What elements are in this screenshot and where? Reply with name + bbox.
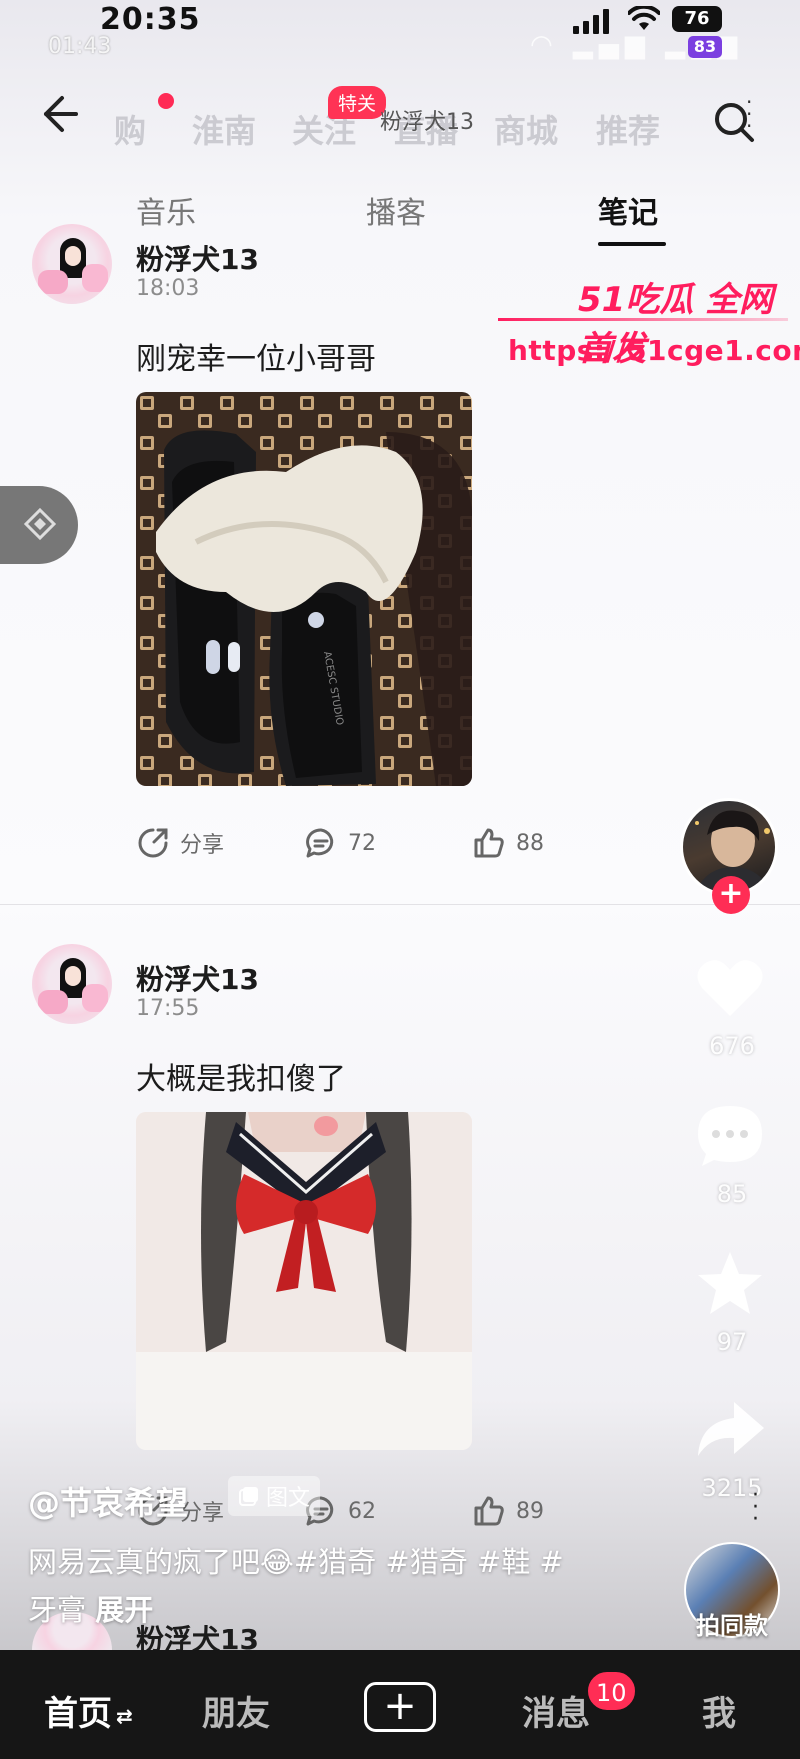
post-time: 17:55 (136, 996, 200, 1021)
post-text: 大概是我扣傻了 (136, 1062, 346, 1097)
notification-dot (158, 93, 174, 109)
like-button[interactable]: 89 (472, 1494, 544, 1528)
expand-link[interactable]: 展开 (95, 1593, 153, 1627)
caption-author[interactable]: @节哀希望 (28, 1478, 188, 1524)
post-divider (0, 904, 800, 905)
tab-home[interactable]: 首页 ⇄ (44, 1686, 133, 1735)
thumbs-up-icon (474, 828, 504, 858)
caption-description: 网易云真的疯了吧😂#猎奇 #猎奇 #鞋 #牙膏 展开 (28, 1538, 588, 1634)
image-text-badge: 图文 (228, 1476, 321, 1516)
battery-indicator: 76 (672, 6, 722, 32)
battery-indicator-overlay: 83 (688, 36, 722, 58)
status-time-overlay: 01:43 (48, 34, 112, 59)
floating-side-tab[interactable] (0, 486, 78, 564)
back-arrow-icon[interactable] (36, 92, 80, 136)
refresh-arrows-icon: ⇄ (116, 1703, 133, 1728)
nav-item-recommend[interactable]: 推荐 (596, 106, 660, 152)
diamond-expand-icon (23, 507, 57, 541)
tab-music[interactable]: 音乐 (136, 188, 196, 232)
share-icon (138, 828, 168, 858)
heart-icon[interactable] (692, 950, 768, 1026)
same-style-label[interactable]: 拍同款 (684, 1606, 780, 1641)
post-image-uniform[interactable] (136, 1112, 472, 1450)
tab-messages[interactable]: 消息 (522, 1686, 590, 1735)
share-total: 3215 (701, 1474, 763, 1502)
post-time: 18:03 (136, 276, 200, 301)
comment-bubble-icon[interactable] (692, 1098, 768, 1174)
watermark-url: https://51cge1.com (508, 334, 800, 367)
more-options-icon[interactable]: · · · (746, 92, 752, 136)
image-text-icon (239, 1487, 258, 1506)
more-dots-icon[interactable]: · · · (752, 1485, 759, 1531)
image-text-label: 图文 (266, 1486, 311, 1511)
share-arrow-icon[interactable] (692, 1392, 768, 1468)
nav-overlay-username: 粉浮犬13 (380, 110, 474, 135)
nav-item-mall[interactable]: 商城 (494, 106, 558, 152)
comment-icon (306, 828, 334, 858)
avatar[interactable] (32, 944, 112, 1024)
nav-item-local[interactable]: 淮南 (192, 106, 256, 152)
comment-button[interactable]: 72 (304, 826, 376, 860)
messages-badge: 10 (586, 1670, 637, 1712)
favorite-total: 97 (716, 1328, 748, 1356)
thumbs-up-icon (474, 1496, 504, 1526)
comment-count: 72 (348, 830, 376, 856)
tab-friends[interactable]: 朋友 (202, 1686, 270, 1735)
create-post-button[interactable]: + (364, 1682, 436, 1732)
tab-notes[interactable]: 笔记 (598, 188, 658, 232)
star-icon[interactable] (692, 1246, 768, 1322)
status-time: 20:35 (100, 2, 201, 37)
comment-total: 85 (716, 1180, 748, 1208)
special-follow-badge: 特关 (328, 86, 387, 119)
like-total: 676 (709, 1032, 755, 1060)
post-image-shoes[interactable]: ACESC STUDIO (136, 392, 472, 786)
follow-plus-button[interactable]: + (712, 876, 750, 914)
like-button[interactable]: 88 (472, 826, 544, 860)
active-tab-indicator (598, 242, 666, 246)
post-username[interactable]: 粉浮犬13 (136, 238, 259, 278)
wifi-icon (628, 6, 660, 30)
comment-count: 62 (348, 1498, 376, 1524)
tab-me[interactable]: 我 (702, 1686, 736, 1735)
tab-home-label: 首页 (44, 1694, 112, 1734)
avatar[interactable] (32, 224, 112, 304)
tab-podcast[interactable]: 播客 (366, 188, 426, 232)
share-button[interactable]: 分享 (136, 826, 224, 860)
watermark-line (498, 318, 788, 321)
nav-item-shop[interactable]: 购 (114, 106, 146, 152)
post-text: 刚宠幸一位小哥哥 (136, 342, 376, 377)
post-username[interactable]: 粉浮犬13 (136, 958, 259, 998)
like-count: 88 (516, 830, 544, 856)
share-label: 分享 (180, 833, 225, 858)
like-count: 89 (516, 1498, 544, 1524)
